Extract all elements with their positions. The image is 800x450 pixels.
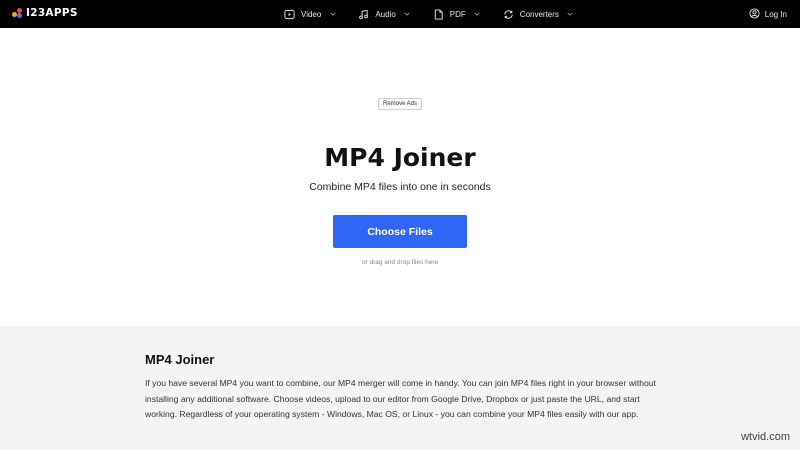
login-label: Log In — [764, 10, 787, 19]
drag-drop-hint: or drag and drop files here — [361, 259, 439, 266]
nav-item-label: Audio — [375, 9, 396, 19]
remove-ads-button[interactable]: Remove Ads — [378, 98, 423, 110]
login-button[interactable]: Log In — [749, 8, 787, 21]
logo-text: I23APPS — [26, 7, 78, 19]
nav-item-label: Converters — [519, 9, 559, 19]
nav-item-label: PDF — [449, 9, 466, 19]
nav-item-converters[interactable]: Converters — [503, 9, 576, 20]
user-icon — [749, 8, 760, 21]
convert-icon — [503, 9, 514, 20]
nav-item-video[interactable]: Video — [284, 9, 338, 20]
page-title: MP4 Joiner — [324, 143, 476, 172]
chevron-down-icon — [327, 9, 338, 20]
info-title: MP4 Joiner — [145, 352, 215, 367]
chevron-down-icon — [472, 9, 483, 20]
watermark: wtvid.com — [741, 431, 790, 443]
page-subtitle: Combine MP4 files into one in seconds — [309, 181, 491, 193]
document-icon — [433, 8, 444, 20]
top-navigation-bar: I23APPS Video Audio PDF Converters Log I… — [0, 0, 800, 28]
info-section: MP4 Joiner If you have several MP4 you w… — [0, 326, 800, 450]
nav-item-pdf[interactable]: PDF — [433, 8, 483, 20]
info-paragraph: If you have several MP4 you want to comb… — [145, 378, 656, 419]
logo[interactable]: I23APPS — [12, 7, 78, 19]
main-nav: Video Audio PDF Converters — [284, 0, 576, 28]
video-icon — [284, 9, 295, 20]
chevron-down-icon — [402, 9, 413, 20]
nav-item-label: Video — [301, 9, 322, 19]
choose-files-button[interactable]: Choose Files — [333, 215, 467, 248]
chevron-down-icon — [565, 9, 576, 20]
nav-item-audio[interactable]: Audio — [358, 9, 412, 20]
music-note-icon — [358, 9, 369, 20]
logo-mark-icon — [12, 8, 22, 18]
